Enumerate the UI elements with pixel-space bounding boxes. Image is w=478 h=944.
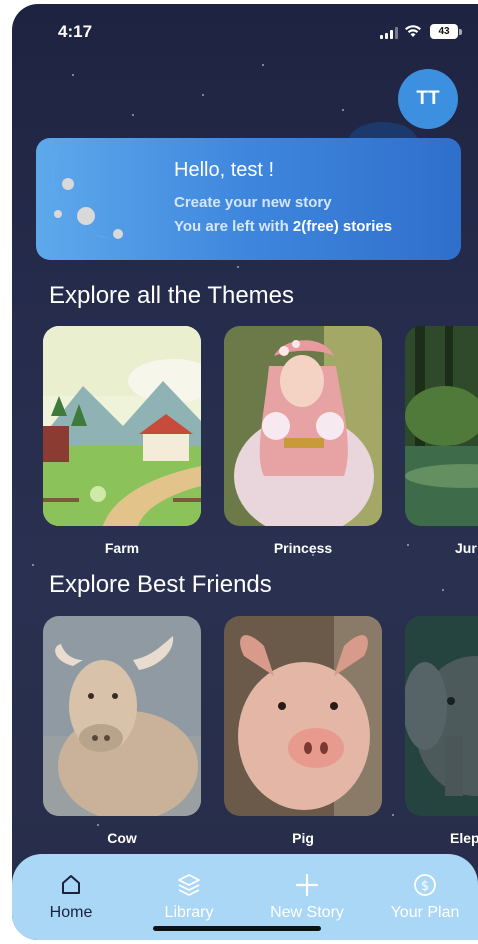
nav-item-new-story[interactable]: New Story bbox=[252, 872, 362, 922]
friend-card-cow[interactable] bbox=[43, 616, 201, 816]
princess-illustration bbox=[224, 326, 382, 526]
app-screen: 4:17 43 TT Hello, test ! Create your new… bbox=[12, 4, 478, 940]
jungle-illustration bbox=[405, 326, 478, 526]
nav-label-library: Library bbox=[164, 904, 214, 921]
friend-label-cow: Cow bbox=[107, 830, 137, 846]
nav-label-home: Home bbox=[49, 904, 93, 921]
cow-illustration bbox=[43, 616, 201, 816]
star-decoration bbox=[442, 589, 444, 591]
free-stories-count: 2(free) stories bbox=[292, 218, 393, 235]
wifi-icon bbox=[405, 25, 421, 37]
themes-section-title: Explore all the Themes bbox=[49, 282, 295, 309]
friend-card-pig[interactable] bbox=[224, 616, 382, 816]
dollar-icon: $ bbox=[414, 874, 436, 896]
home-indicator[interactable] bbox=[153, 926, 321, 931]
nav-label-new-story: New Story bbox=[270, 904, 344, 921]
theme-label-farm: Farm bbox=[104, 540, 140, 556]
theme-card-princess[interactable] bbox=[224, 326, 382, 526]
svg-text:$: $ bbox=[421, 879, 429, 894]
friend-label-elephant: Elep bbox=[450, 830, 478, 846]
theme-label-jungle: Jur bbox=[455, 540, 477, 556]
status-bar: 4:17 43 bbox=[12, 4, 478, 54]
battery-indicator: 43 bbox=[430, 24, 458, 39]
friend-label-pig: Pig bbox=[292, 830, 314, 846]
star-decoration bbox=[32, 564, 34, 566]
free-stories-remaining: You are left with 2(free) stories bbox=[174, 218, 392, 235]
profile-avatar[interactable]: TT bbox=[398, 69, 458, 129]
star-decoration bbox=[97, 824, 99, 826]
friend-card-elephant[interactable] bbox=[405, 616, 478, 816]
star-decoration bbox=[202, 94, 204, 96]
free-stories-prefix: You are left with bbox=[174, 218, 293, 235]
theme-card-jungle[interactable] bbox=[405, 326, 478, 526]
greeting-text: Hello, test ! bbox=[174, 159, 275, 181]
star-decoration bbox=[72, 74, 74, 76]
star-decoration bbox=[342, 109, 344, 111]
nav-item-library[interactable]: Library bbox=[134, 872, 244, 922]
create-story-text: Create your new story bbox=[174, 194, 332, 211]
star-decoration bbox=[262, 64, 264, 66]
status-time: 4:17 bbox=[58, 22, 93, 41]
pig-illustration bbox=[224, 616, 382, 816]
theme-label-princess: Princess bbox=[273, 540, 333, 556]
nav-item-home[interactable]: Home bbox=[16, 872, 126, 922]
farm-illustration bbox=[43, 326, 201, 526]
star-decoration bbox=[237, 266, 239, 268]
star-decoration bbox=[392, 814, 394, 816]
cellular-signal-icon bbox=[380, 27, 400, 39]
home-icon bbox=[62, 875, 80, 894]
theme-card-farm[interactable] bbox=[43, 326, 201, 526]
star-decoration bbox=[132, 114, 134, 116]
nav-label-your-plan: Your Plan bbox=[390, 904, 460, 921]
friends-section-title: Explore Best Friends bbox=[49, 571, 272, 598]
layers-icon bbox=[178, 874, 200, 896]
elephant-illustration bbox=[405, 616, 478, 816]
plus-icon bbox=[295, 873, 319, 897]
battery-cap-icon bbox=[459, 29, 462, 35]
crescent-moon-icon bbox=[53, 128, 156, 239]
nav-item-your-plan[interactable]: $ Your Plan bbox=[370, 872, 478, 922]
